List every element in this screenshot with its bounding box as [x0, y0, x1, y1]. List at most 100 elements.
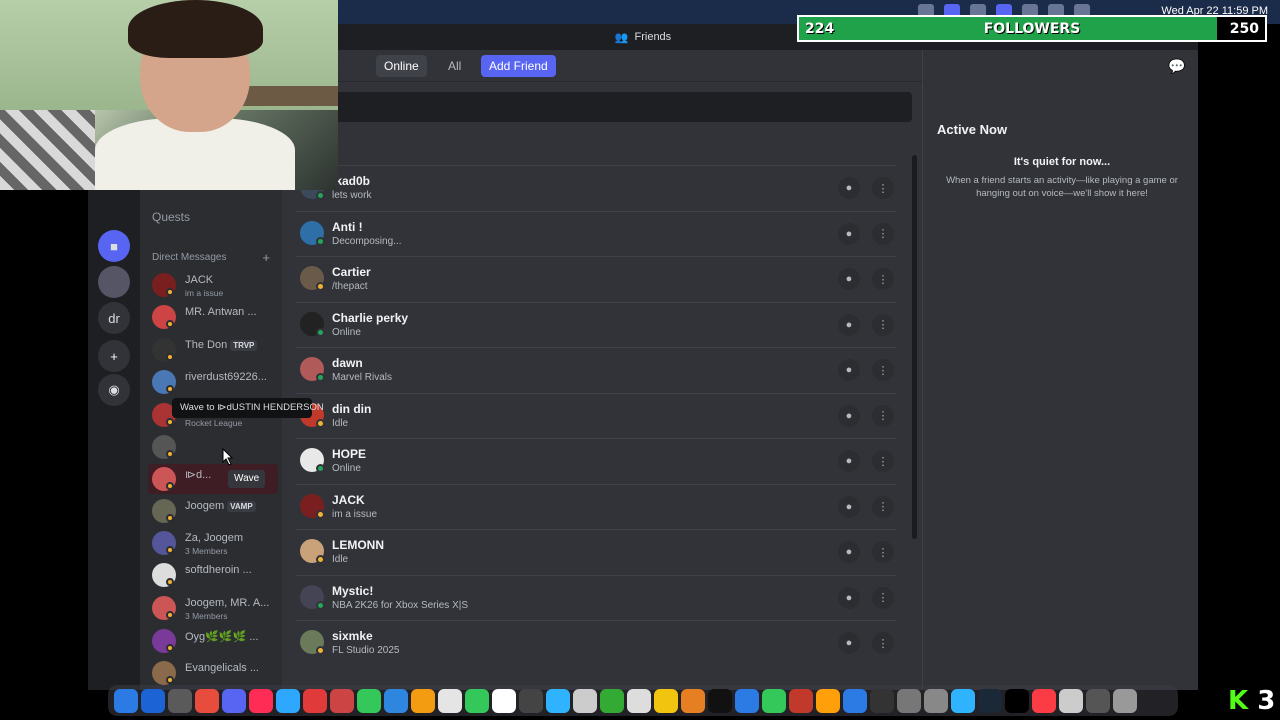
discord-home-icon[interactable]: ■	[98, 230, 130, 262]
dock-app-icon[interactable]	[465, 688, 489, 713]
dm-item[interactable]: Joogem VAMP	[148, 496, 278, 526]
friend-row[interactable]: Charlie perky Online ● ⋮	[296, 301, 896, 348]
search-input[interactable]: earch	[296, 92, 912, 122]
dock-app-icon[interactable]	[546, 688, 570, 713]
dock-app-icon[interactable]	[1113, 688, 1137, 713]
friend-row[interactable]: Cartier/thepact ● ⋮	[296, 256, 896, 302]
more-options-icon[interactable]: ⋮	[872, 222, 894, 245]
dock-app-icon[interactable]	[195, 688, 219, 713]
dock-app-icon[interactable]	[789, 688, 813, 713]
more-options-icon[interactable]: ⋮	[872, 586, 894, 609]
message-icon[interactable]: ●	[838, 222, 860, 245]
dock-app-icon[interactable]	[249, 688, 273, 713]
message-icon[interactable]: ●	[838, 404, 860, 427]
wave-button[interactable]: Wave	[228, 470, 266, 488]
dock-app-icon[interactable]	[1005, 688, 1029, 713]
friend-row[interactable]: din din Idle ● ⋮	[296, 392, 896, 439]
friend-row[interactable]: LEMONN Idle ● ⋮	[296, 529, 896, 575]
dock-app-icon[interactable]	[519, 688, 543, 713]
create-dm-icon[interactable]: +	[262, 250, 270, 265]
more-options-icon[interactable]: ⋮	[872, 268, 894, 290]
dock-app-icon[interactable]	[870, 688, 894, 713]
message-icon[interactable]: ●	[838, 495, 860, 518]
dm-item[interactable]: Joogem, MR. A... 3 Members	[148, 593, 278, 623]
dock-app-icon[interactable]	[843, 688, 867, 713]
dm-item[interactable]: JACK im a issue	[148, 270, 278, 300]
dock-app-icon[interactable]	[816, 688, 840, 713]
more-options-icon[interactable]: ⋮	[872, 632, 894, 654]
dock-app-icon[interactable]	[600, 688, 624, 713]
dock-app-icon[interactable]	[924, 688, 948, 713]
dm-item[interactable]: softdheroin ...	[148, 560, 278, 590]
dm-item[interactable]: The Don TRVP	[148, 335, 278, 365]
friend-row[interactable]: JACK im a issue ● ⋮	[296, 483, 896, 530]
server-avatar[interactable]	[98, 266, 130, 298]
dock-app-icon[interactable]	[897, 688, 921, 713]
message-icon[interactable]: ●	[838, 541, 860, 563]
dm-item[interactable]: riverdust69226...	[148, 367, 278, 397]
add-server-icon[interactable]: +	[98, 340, 130, 372]
presence-dot	[166, 644, 174, 652]
dock-app-icon[interactable]	[654, 688, 678, 713]
server-dr[interactable]: dr	[98, 302, 130, 334]
dock-app-icon[interactable]	[978, 688, 1002, 713]
dock-app-icon[interactable]	[411, 688, 435, 713]
dm-item[interactable]: Za, Joogem 3 Members	[148, 528, 278, 558]
tab-online[interactable]: Online	[376, 55, 427, 77]
dock-app-icon[interactable]	[222, 688, 246, 713]
message-icon[interactable]: ●	[838, 313, 860, 336]
add-friend-button[interactable]: Add Friend	[481, 55, 556, 77]
dock-app-icon[interactable]	[438, 688, 462, 713]
message-icon[interactable]: ●	[838, 177, 860, 199]
dm-item[interactable]: MR. Antwan ...	[148, 302, 278, 332]
dm-item[interactable]: Evangelicals ...	[148, 658, 278, 688]
dock-app-icon[interactable]	[330, 688, 354, 713]
dock-app-icon[interactable]	[303, 688, 327, 713]
friend-row[interactable]: sixmke FL Studio 2025 ● ⋮	[296, 620, 896, 666]
dock-app-icon[interactable]	[627, 688, 651, 713]
dock-app-icon[interactable]	[492, 688, 516, 713]
dock-app-icon[interactable]	[681, 688, 705, 713]
friend-name: Charlie perky	[332, 310, 409, 325]
friend-row[interactable]: HOPE Online ● ⋮	[296, 438, 896, 484]
dock-app-icon[interactable]	[384, 688, 408, 713]
dock-app-icon[interactable]	[141, 688, 165, 713]
dm-item[interactable]	[148, 432, 278, 462]
more-options-icon[interactable]: ⋮	[872, 359, 894, 381]
friend-list-scrollbar[interactable]	[912, 155, 917, 539]
more-options-icon[interactable]: ⋮	[872, 495, 894, 518]
message-icon[interactable]: ●	[838, 632, 860, 654]
quests-link[interactable]: Quests	[152, 210, 190, 224]
dock-app-icon[interactable]	[168, 688, 192, 713]
dock-app-icon[interactable]	[573, 688, 597, 713]
more-options-icon[interactable]: ⋮	[872, 450, 894, 472]
dock-app-icon[interactable]	[708, 688, 732, 713]
friend-row[interactable]: Mystic! NBA 2K26 for Xbox Series X|S ● ⋮	[296, 574, 896, 621]
dm-name: The Don TRVP	[185, 339, 258, 351]
dock-app-icon[interactable]	[735, 688, 759, 713]
more-options-icon[interactable]: ⋮	[872, 404, 894, 427]
dm-item[interactable]: Oyg🌿🌿🌿 ...	[148, 626, 278, 656]
dock-app-icon[interactable]	[357, 688, 381, 713]
message-icon[interactable]: ●	[838, 450, 860, 472]
message-icon[interactable]: ●	[838, 359, 860, 381]
message-icon[interactable]: ●	[838, 268, 860, 290]
dock-app-icon[interactable]	[1032, 688, 1056, 713]
dm-item[interactable]: ⧐d... Wave	[148, 464, 278, 494]
discover-icon[interactable]: ◉	[98, 374, 130, 406]
dock-app-icon[interactable]	[1086, 688, 1110, 713]
more-options-icon[interactable]: ⋮	[872, 313, 894, 336]
dock-app-icon[interactable]	[951, 688, 975, 713]
more-options-icon[interactable]: ⋮	[872, 177, 894, 199]
new-group-dm-icon[interactable]: 💬	[1168, 58, 1185, 75]
dock-app-icon[interactable]	[762, 688, 786, 713]
dock-app-icon[interactable]	[276, 688, 300, 713]
more-options-icon[interactable]: ⋮	[872, 541, 894, 563]
dock-app-icon[interactable]	[114, 688, 138, 713]
friend-row[interactable]: Anti ! Decomposing... ● ⋮	[296, 210, 896, 257]
message-icon[interactable]: ●	[838, 586, 860, 609]
tab-all[interactable]: All	[440, 55, 469, 77]
dock-app-icon[interactable]	[1059, 688, 1083, 713]
friend-row[interactable]: lkad0b lets work ● ⋮	[296, 165, 896, 211]
friend-row[interactable]: dawn Marvel Rivals ● ⋮	[296, 347, 896, 393]
